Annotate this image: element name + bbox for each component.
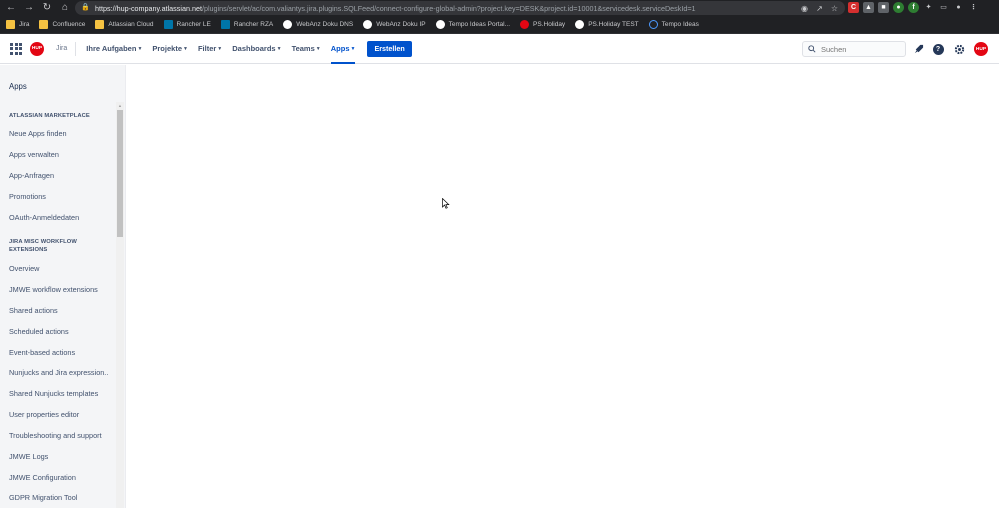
nav-filter[interactable]: Filter▼ [198, 34, 222, 64]
extension-feedly-icon[interactable]: f [908, 2, 919, 13]
sidebar-item-jmwe-workflow-extensions[interactable]: JMWE workflow extensions [9, 285, 109, 294]
admin-sidebar: Apps ATLASSIAN MARKETPLACE Neue Apps fin… [0, 65, 126, 508]
extension-c-icon[interactable]: C [848, 2, 859, 13]
bookmark-tempo-ideas-portal[interactable]: Tempo Ideas Portal... [435, 20, 510, 29]
nav-ihre-aufgaben[interactable]: Ihre Aufgaben▼ [86, 34, 142, 64]
profile-icon[interactable]: ● [953, 2, 964, 13]
jira-top-nav: HUP Jira Ihre Aufgaben▼ Projekte▼ Filter… [0, 34, 999, 64]
user-avatar[interactable]: HUP [974, 42, 988, 56]
app-switcher-icon[interactable] [10, 42, 22, 55]
sidebar-title: Apps [9, 82, 27, 91]
sidebar-item-neue-apps-finden[interactable]: Neue Apps finden [9, 129, 109, 138]
notifications-icon[interactable] [912, 43, 924, 55]
chevron-down-icon: ▼ [315, 45, 321, 52]
mouse-cursor-icon [442, 198, 450, 209]
search-input[interactable] [821, 44, 901, 54]
reload-icon[interactable]: ↻ [40, 1, 54, 15]
create-button[interactable]: Erstellen [367, 40, 412, 57]
chevron-down-icon: ▼ [217, 45, 223, 52]
scroll-up-icon[interactable]: ▲ [117, 103, 123, 109]
chevron-down-icon: ▼ [137, 45, 143, 52]
tempo-icon [648, 20, 658, 29]
url-text: https://hup-company.atlassian.net/plugin… [95, 3, 696, 13]
nav-teams[interactable]: Teams▼ [292, 34, 321, 64]
bookmark-rancher-rza[interactable]: Rancher RZA [220, 20, 273, 29]
folder-icon [95, 20, 105, 29]
github-icon [575, 20, 585, 29]
sidebar-item-nunjucks-jira-expression[interactable]: Nunjucks and Jira expression... [9, 368, 109, 377]
sidebar-item-app-anfragen[interactable]: App-Anfragen [9, 171, 109, 180]
main-content-area [126, 65, 999, 508]
search-box[interactable] [802, 41, 906, 57]
product-name[interactable]: Jira [56, 45, 67, 52]
github-icon [363, 20, 373, 29]
bookmark-ps-holiday-test[interactable]: PS.Holiday TEST [575, 20, 639, 29]
bookmark-jira[interactable]: Jira [6, 20, 29, 29]
tracking-icon[interactable]: ◉ [800, 4, 809, 13]
sidepanel-icon[interactable]: ▭ [938, 2, 949, 13]
chevron-down-icon: ▼ [183, 45, 188, 52]
section-heading-jmwe: JIRA MISC WORKFLOW EXTENSIONS [9, 239, 77, 253]
sidebar-scrollbar-thumb[interactable] [117, 110, 123, 237]
lock-icon: 🔒 [81, 4, 90, 11]
settings-icon[interactable] [953, 43, 965, 55]
chevron-down-icon: ▼ [350, 45, 356, 52]
puzzle-icon[interactable]: ✦ [923, 2, 934, 13]
bookmark-atlassian-cloud[interactable]: Atlassian Cloud [95, 20, 154, 29]
sidebar-item-promotions[interactable]: Promotions [9, 192, 109, 201]
bookmark-tempo-ideas[interactable]: Tempo Ideas [648, 20, 699, 29]
folder-icon [39, 20, 49, 29]
sidebar-item-shared-actions[interactable]: Shared actions [9, 306, 109, 315]
nav-apps[interactable]: Apps▼ [330, 34, 356, 64]
nav-projekte[interactable]: Projekte▼ [152, 34, 188, 64]
back-icon[interactable]: ← [4, 1, 18, 15]
sidebar-item-jmwe-logs[interactable]: JMWE Logs [9, 452, 109, 461]
extension-green-icon[interactable]: ● [893, 2, 904, 13]
sidebar-item-overview[interactable]: Overview [9, 264, 109, 273]
browser-toolbar: ← → ↻ ⌂ 🔒 https://hup-company.atlassian.… [0, 0, 999, 16]
nav-divider [75, 41, 77, 56]
sidebar-item-apps-verwalten[interactable]: Apps verwalten [9, 150, 109, 159]
rancher-icon [163, 20, 173, 29]
bookmark-rancher-le[interactable]: Rancher LE [163, 20, 211, 29]
hup-logo[interactable]: HUP [30, 41, 44, 56]
github-icon [435, 20, 445, 29]
menu-icon[interactable]: ⋮ [968, 2, 979, 13]
github-icon [283, 20, 293, 29]
sidebar-item-oauth[interactable]: OAuth-Anmeldedaten [9, 213, 109, 222]
address-bar[interactable]: 🔒 https://hup-company.atlassian.net/plug… [75, 1, 845, 15]
section-heading-marketplace: ATLASSIAN MARKETPLACE [9, 113, 90, 119]
bookmarks-bar: Jira Confluence Atlassian Cloud Rancher … [0, 16, 999, 34]
sidebar-item-jmwe-configuration[interactable]: JMWE Configuration [9, 473, 109, 482]
bookmark-webanz-doku-dns[interactable]: WebAnz Doku DNS [283, 20, 353, 29]
help-icon[interactable]: ? [932, 43, 944, 55]
star-icon[interactable]: ☆ [830, 4, 839, 13]
rancher-icon [220, 20, 230, 29]
extension-briefcase-icon[interactable]: ■ [878, 2, 889, 13]
share-icon[interactable]: ↗ [815, 4, 824, 13]
chevron-down-icon: ▼ [276, 45, 282, 52]
sidebar-item-gdpr-migration-tool[interactable]: GDPR Migration Tool [9, 493, 109, 502]
sidebar-item-user-properties-editor[interactable]: User properties editor [9, 410, 109, 419]
sidebar-item-shared-nunjucks-templates[interactable]: Shared Nunjucks templates [9, 389, 109, 398]
nav-dashboards[interactable]: Dashboards▼ [232, 34, 281, 64]
sidebar-item-scheduled-actions[interactable]: Scheduled actions [9, 327, 109, 336]
bookmark-ps-holiday[interactable]: PS.Holiday [520, 20, 565, 29]
sidebar-item-troubleshooting[interactable]: Troubleshooting and support [9, 431, 109, 440]
home-icon[interactable]: ⌂ [58, 1, 72, 15]
forward-icon[interactable]: → [22, 1, 36, 15]
bookmark-confluence[interactable]: Confluence [39, 20, 85, 29]
search-icon [808, 45, 816, 53]
hup-icon [520, 20, 530, 29]
extension-shield-icon[interactable]: ▲ [863, 2, 874, 13]
bookmark-webanz-doku-ip[interactable]: WebAnz Doku IP [363, 20, 426, 29]
sidebar-item-event-based-actions[interactable]: Event-based actions [9, 348, 109, 357]
folder-icon [6, 20, 15, 29]
